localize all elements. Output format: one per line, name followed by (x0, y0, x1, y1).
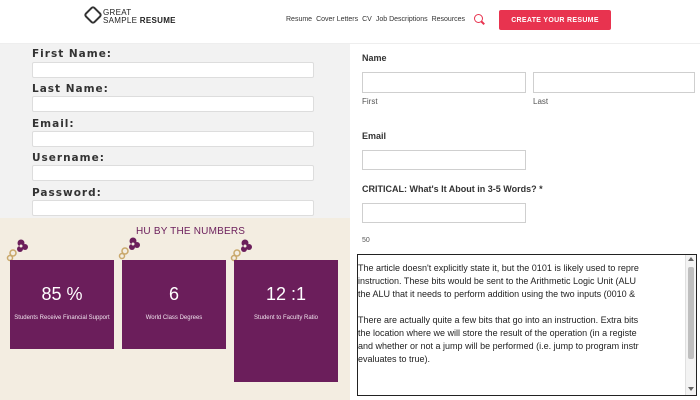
nav-item-cover-letters[interactable]: Cover Letters (316, 16, 358, 23)
logo-line-resume: RESUME (139, 16, 176, 25)
search-icon[interactable] (474, 14, 483, 23)
email-label: Email: (32, 118, 75, 130)
article-line: The article doesn't explicitly state it,… (358, 263, 639, 273)
first-name-field[interactable] (362, 72, 526, 93)
last-name-label: Last Name: (32, 83, 109, 95)
character-count: 50 (362, 237, 370, 244)
numbers-section: HU BY THE NUMBERS 85 % Students Receive … (0, 218, 350, 400)
article-line: evaluates to true). (358, 354, 431, 364)
stat-card-degrees: 6 World Class Degrees (122, 260, 226, 349)
stat-label: Students Receive Financial Support (14, 315, 110, 321)
last-name-field[interactable] (533, 72, 695, 93)
email-field-label: Email (362, 131, 387, 141)
stat-value: 12 :1 (265, 284, 307, 304)
scroll-thumb[interactable] (688, 267, 694, 359)
flower-icon (6, 239, 28, 262)
main-nav: Resume Cover Letters CV Job Descriptions… (286, 16, 465, 23)
stat-value: 85 % (41, 284, 83, 304)
site-logo[interactable]: GREAT SAMPLE RESUME (83, 5, 176, 25)
article-text: The article doesn't explicitly state it,… (358, 262, 682, 379)
scroll-down-icon[interactable] (688, 387, 694, 391)
nav-item-resume[interactable]: Resume (286, 16, 312, 23)
first-sub-label: First (362, 97, 378, 106)
nav-item-resources[interactable]: Resources (432, 16, 465, 23)
flower-icon (230, 239, 252, 262)
name-label: Name (362, 53, 387, 63)
stat-card-financial-support: 85 % Students Receive Financial Support (10, 260, 114, 349)
flower-icon (118, 237, 140, 260)
password-label: Password: (32, 187, 102, 199)
article-line: the ALU that it needs to perform additio… (358, 289, 636, 299)
article-line: the location where we will store the res… (358, 328, 637, 338)
critical-label: CRITICAL: What's It About in 3-5 Words? … (362, 184, 543, 194)
article-textarea[interactable]: The article doesn't explicitly state it,… (357, 254, 697, 396)
article-line: instruction. These bits would be sent to… (358, 276, 636, 286)
first-name-input[interactable] (32, 62, 314, 78)
nav-item-job-descriptions[interactable]: Job Descriptions (376, 16, 428, 23)
password-input[interactable] (32, 200, 314, 216)
username-label: Username: (32, 152, 105, 164)
site-header: GREAT SAMPLE RESUME Resume Cover Letters… (0, 0, 700, 44)
stat-value: 6 (168, 284, 179, 304)
logo-line-sample: SAMPLE (103, 16, 138, 25)
last-sub-label: Last (533, 97, 549, 106)
first-name-label: First Name: (32, 48, 113, 60)
create-resume-button[interactable]: CREATE YOUR RESUME (499, 10, 611, 30)
nav-item-cv[interactable]: CV (362, 16, 372, 23)
numbers-title: HU BY THE NUMBERS (136, 226, 246, 237)
logo-icon (83, 5, 103, 25)
email-field[interactable] (362, 150, 526, 170)
username-input[interactable] (32, 165, 314, 181)
scrollbar[interactable] (685, 255, 696, 395)
article-line: There are actually quite a few bits that… (358, 315, 639, 325)
stat-label: Student to Faculty Ratio (253, 315, 319, 321)
scroll-up-icon[interactable] (688, 257, 694, 261)
stat-label: World Class Degrees (145, 315, 203, 321)
logo-text: GREAT SAMPLE RESUME (103, 9, 176, 25)
critical-words-input[interactable] (362, 203, 526, 223)
article-line: and whether or not a jump will be perfor… (358, 341, 639, 351)
signup-form: First Name: Last Name: Email: Username: … (0, 44, 350, 218)
last-name-input[interactable] (32, 96, 314, 112)
email-input[interactable] (32, 131, 314, 147)
stat-card-ratio: 12 :1 Student to Faculty Ratio (234, 260, 338, 382)
